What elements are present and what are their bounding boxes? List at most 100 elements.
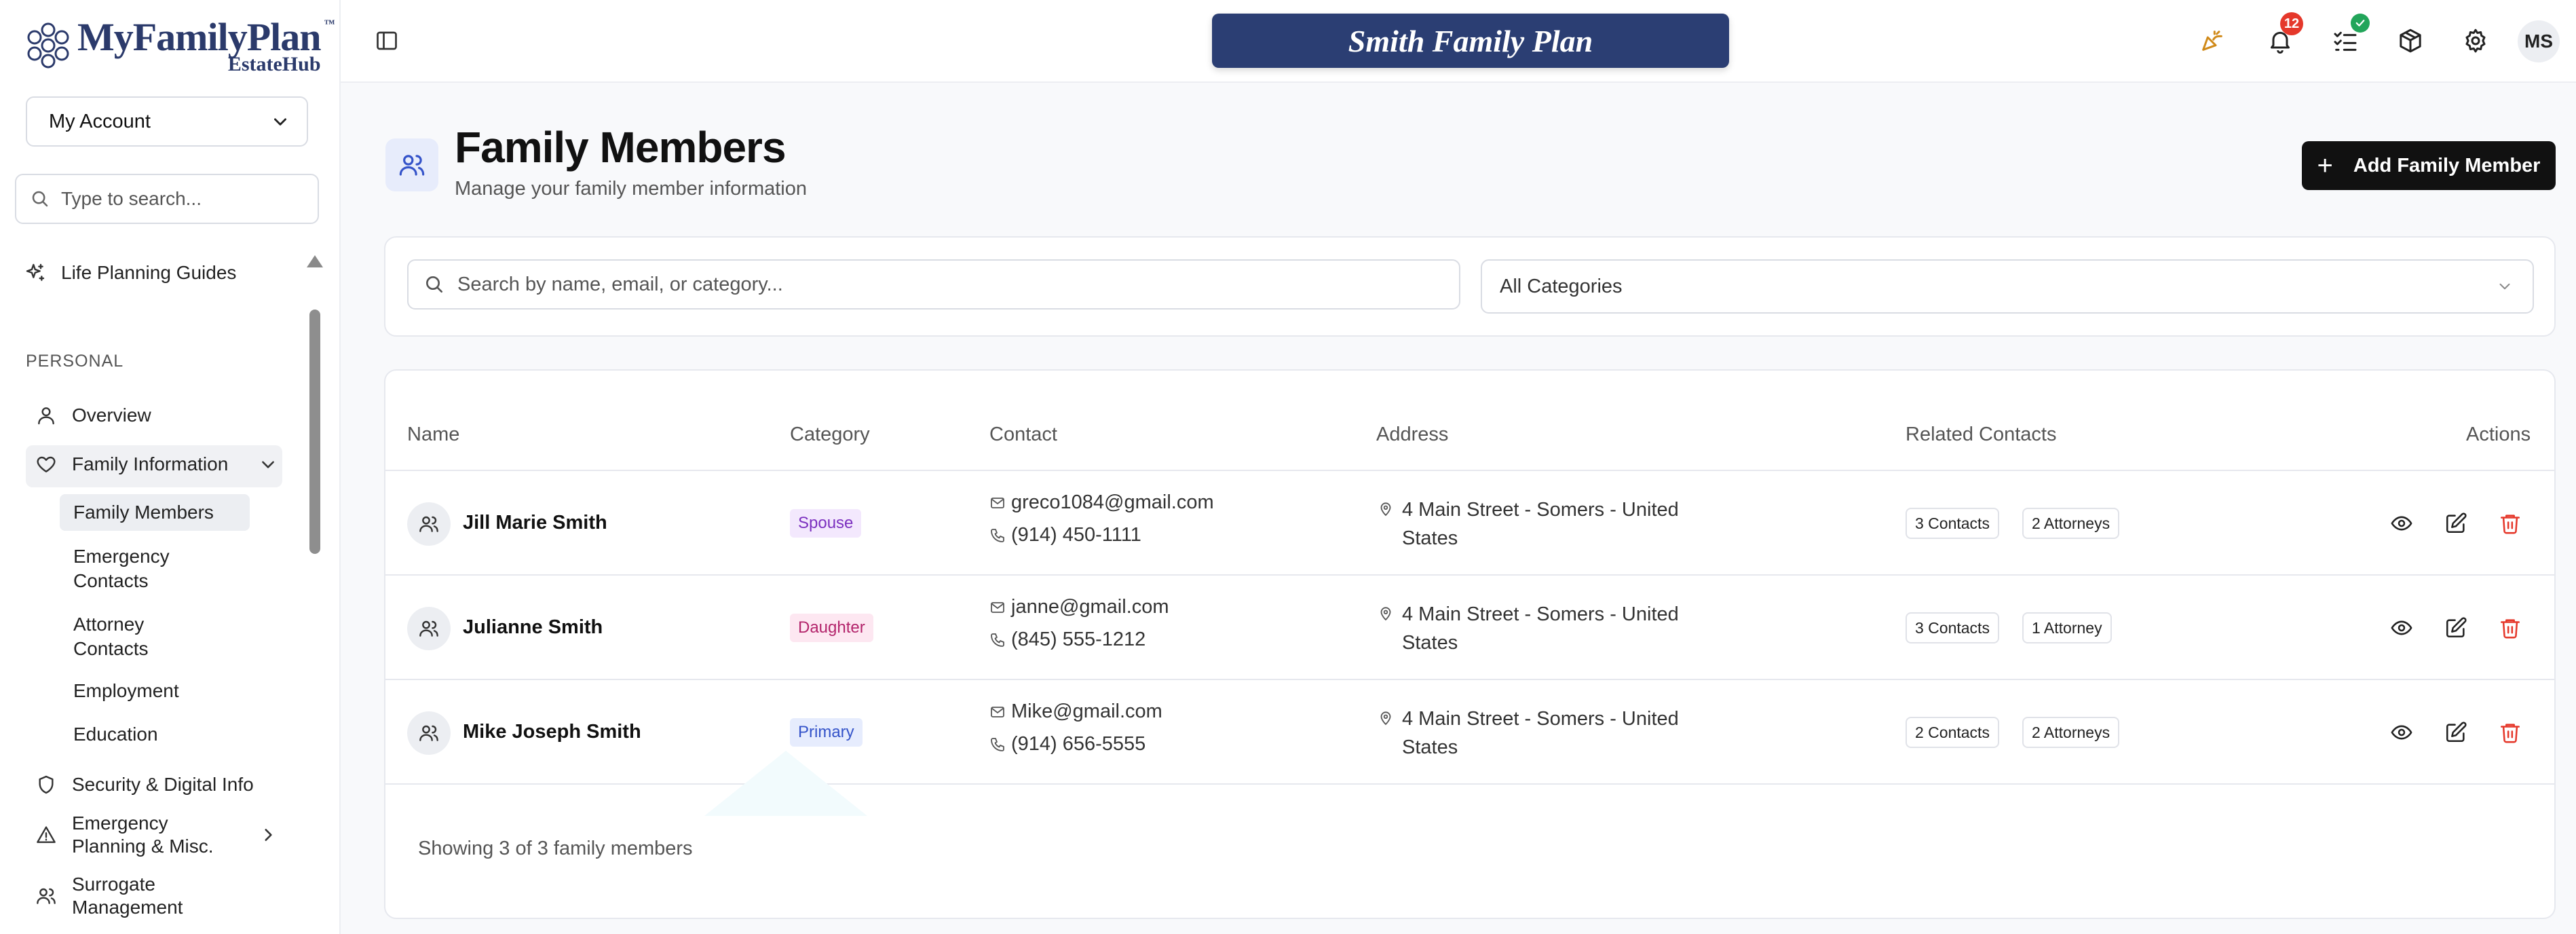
member-address: 4 Main Street - Somers - United States: [1378, 705, 1701, 762]
edit-button[interactable]: [2443, 720, 2469, 745]
member-address: 4 Main Street - Somers - United States: [1378, 496, 1701, 553]
member-avatar: [407, 711, 451, 755]
sidebar-subitem-attorney-contacts[interactable]: Attorney Contacts: [73, 612, 189, 661]
member-phone[interactable]: (914) 450-1111: [989, 524, 1141, 546]
sidebar-item-life-planning-guides[interactable]: Life Planning Guides: [24, 262, 236, 284]
scrollbar-thumb[interactable]: [309, 310, 320, 554]
eye-icon: [2391, 725, 2412, 740]
member-phone[interactable]: (914) 656-5555: [989, 733, 1145, 755]
family-members-table: Name Category Contact Address Related Co…: [384, 369, 2556, 919]
sidebar-nav: Life Planning Guides PERSONAL Overview F…: [0, 251, 305, 934]
mail-icon: [991, 706, 1004, 717]
celebrate-button[interactable]: [2196, 24, 2229, 57]
view-button[interactable]: [2389, 510, 2414, 536]
user-icon: [38, 407, 54, 425]
sidebar-subitem-family-members[interactable]: Family Members: [73, 500, 214, 525]
related-attorneys-pill[interactable]: 2 Attorneys: [2022, 508, 2120, 539]
users-icon: [419, 516, 438, 532]
status-badge: [2351, 14, 2370, 33]
sidebar-scrollbar[interactable]: [305, 251, 323, 934]
category-badge: Spouse: [790, 509, 862, 538]
member-address-text: 4 Main Street - Somers - United States: [1402, 603, 1679, 654]
related-attorneys-pill[interactable]: 2 Attorneys: [2022, 717, 2120, 748]
add-family-member-button[interactable]: + Add Family Member: [2302, 141, 2556, 190]
sidebar-item-overview[interactable]: Overview: [35, 405, 151, 426]
category-select-value: All Categories: [1500, 275, 1623, 297]
member-phone[interactable]: (845) 555-1212: [989, 629, 1145, 651]
column-header-contact: Contact: [989, 424, 1057, 445]
logo[interactable]: MyFamilyPlan ™ EstateHub: [23, 18, 335, 75]
users-icon: [419, 620, 438, 637]
sidebar-item-label: Life Planning Guides: [61, 262, 237, 283]
sidebar-item-label: Emergency Planning & Misc.: [72, 812, 214, 857]
sidebar-item-label: Surrogate Management: [72, 874, 183, 918]
phone-icon: [991, 737, 1004, 751]
map-pin-icon: [1380, 711, 1391, 726]
related-attorneys-pill[interactable]: 1 Attorney: [2022, 612, 2112, 643]
sidebar-item-security-digital[interactable]: Security & Digital Info: [35, 774, 254, 796]
view-button[interactable]: [2389, 615, 2414, 641]
sidebar-subitem-employment[interactable]: Employment: [73, 679, 179, 703]
sidebar-item-label: Security & Digital Info: [72, 774, 254, 795]
settings-button[interactable]: [2459, 24, 2492, 57]
decorative-shape: [704, 751, 867, 816]
sidebar-search-placeholder: Type to search...: [61, 188, 202, 209]
delete-button[interactable]: [2497, 720, 2523, 745]
member-address: 4 Main Street - Somers - United States: [1378, 600, 1701, 657]
view-button[interactable]: [2389, 720, 2414, 745]
search-icon: [426, 276, 442, 293]
sidebar-item-emergency-planning[interactable]: Emergency Planning & Misc.: [35, 812, 277, 858]
trash-icon: [2500, 619, 2520, 639]
member-avatar: [407, 607, 451, 650]
column-header-category: Category: [790, 424, 870, 445]
member-email[interactable]: Mike@gmail.com: [989, 700, 1162, 723]
edit-icon: [2446, 617, 2467, 638]
member-email-text: janne@gmail.com: [1011, 596, 1169, 618]
sidebar-search-input[interactable]: Type to search...: [15, 174, 319, 224]
edit-button[interactable]: [2443, 615, 2469, 641]
users-icon: [419, 725, 438, 741]
category-select[interactable]: All Categories: [1481, 259, 2534, 314]
heart-icon: [37, 456, 56, 472]
sparkles-icon: [26, 263, 45, 281]
packages-button[interactable]: [2394, 24, 2427, 57]
delete-button[interactable]: [2497, 510, 2523, 536]
table-row[interactable]: Julianne Smith Daughter janne@gmail.com …: [385, 576, 2554, 680]
related-contacts-pill[interactable]: 3 Contacts: [1906, 508, 1999, 539]
sidebar-item-surrogate-management[interactable]: Surrogate Management: [35, 873, 208, 919]
sidebar-toggle-icon[interactable]: [375, 29, 399, 53]
notifications-button[interactable]: 12: [2264, 12, 2303, 57]
logo-trademark: ™: [324, 18, 335, 30]
sidebar-subitem-education[interactable]: Education: [73, 722, 158, 747]
member-email[interactable]: janne@gmail.com: [989, 596, 1169, 618]
member-phone-text: (914) 656-5555: [1011, 733, 1146, 755]
delete-button[interactable]: [2497, 615, 2523, 641]
avatar[interactable]: MS: [2518, 20, 2560, 62]
member-email[interactable]: greco1084@gmail.com: [989, 491, 1214, 514]
member-name: Mike Joseph Smith: [463, 721, 641, 743]
account-select-value: My Account: [49, 110, 151, 132]
chevron-down-icon: [262, 461, 274, 468]
tasks-button[interactable]: [2329, 14, 2370, 57]
sidebar-subitem-emergency-contacts[interactable]: Emergency Contacts: [73, 544, 209, 593]
eye-icon: [2391, 516, 2412, 531]
top-bar: Smith Family Plan 12 MS: [341, 0, 2576, 83]
related-contacts-pill[interactable]: 2 Contacts: [1906, 717, 1999, 748]
filter-card: Search by name, email, or category... Al…: [384, 236, 2556, 337]
check-icon: [2355, 20, 2365, 26]
member-search-input[interactable]: Search by name, email, or category...: [407, 259, 1460, 310]
sidebar-item-label: Overview: [72, 405, 151, 426]
scroll-up-arrow-icon[interactable]: [307, 255, 323, 267]
member-email-text: greco1084@gmail.com: [1011, 491, 1214, 513]
add-family-member-label: Add Family Member: [2353, 154, 2541, 176]
category-badge: Daughter: [790, 614, 873, 642]
plus-icon: +: [2317, 151, 2333, 181]
edit-button[interactable]: [2443, 510, 2469, 536]
table-row[interactable]: Jill Marie Smith Spouse greco1084@gmail.…: [385, 471, 2554, 576]
map-pin-icon: [1380, 502, 1391, 517]
chevron-down-icon: [274, 118, 286, 126]
sidebar: MyFamilyPlan ™ EstateHub My Account Type …: [0, 0, 341, 934]
sidebar-item-family-information[interactable]: Family Information: [35, 453, 277, 475]
account-select[interactable]: My Account: [26, 96, 308, 147]
related-contacts-pill[interactable]: 3 Contacts: [1906, 612, 1999, 643]
